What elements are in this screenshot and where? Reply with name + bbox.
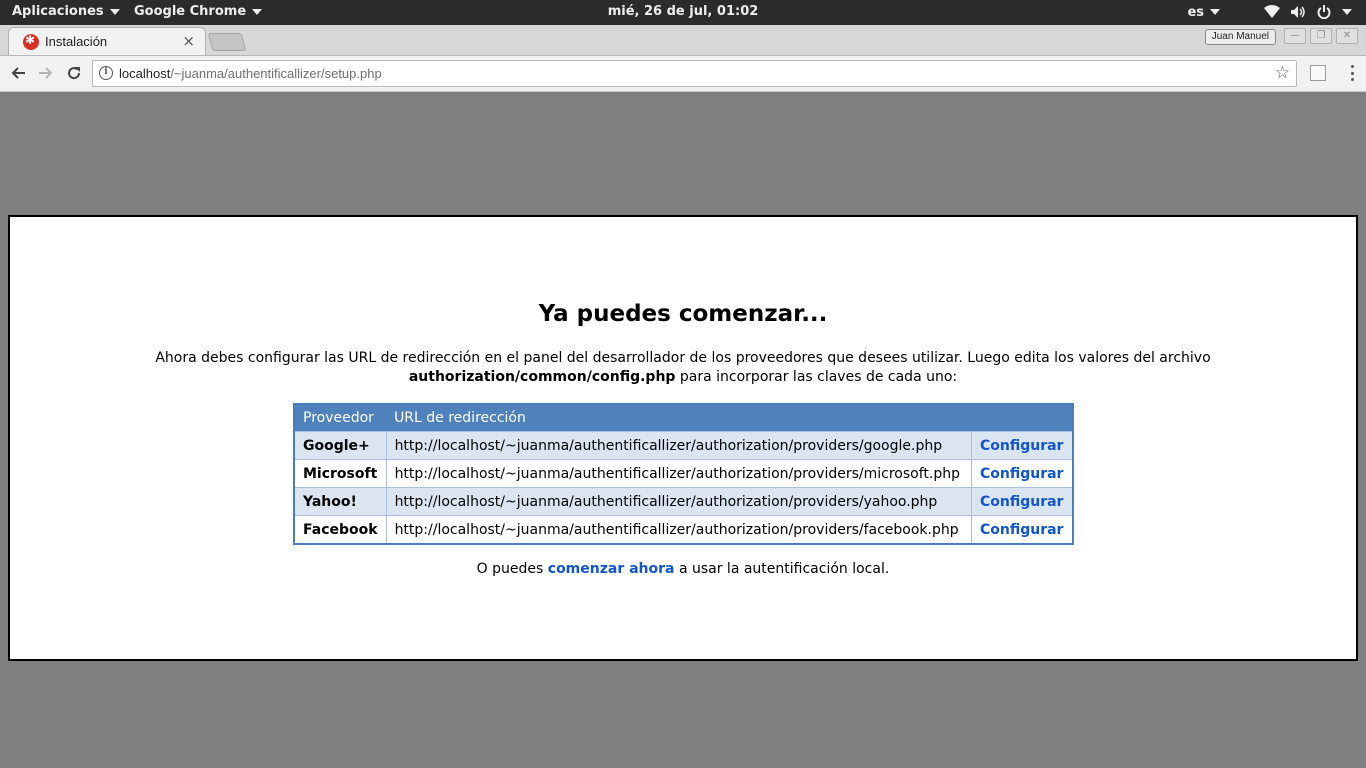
header-redirect-url: URL de redirección: [386, 404, 972, 432]
table-row: Microsoft http://localhost/~juanma/authe…: [293, 459, 1074, 488]
url-path: /~juanma/authentificallizer/setup.php: [170, 66, 382, 81]
caret-down-icon: [1210, 9, 1220, 15]
outro-post: a usar la autentificación local.: [674, 561, 890, 577]
extension-icon[interactable]: [1310, 65, 1326, 81]
outro-paragraph: O puedes comenzar ahora a usar la autent…: [10, 561, 1356, 577]
system-top-bar: Aplicaciones Google Chrome mié, 26 de ju…: [0, 0, 1366, 25]
provider-name: Facebook: [293, 515, 387, 545]
forward-button[interactable]: [35, 62, 57, 84]
provider-name: Google+: [293, 431, 387, 460]
system-tray: es: [1187, 4, 1352, 20]
config-file-name: authorization/common/config.php: [408, 369, 676, 385]
close-icon[interactable]: ×: [182, 32, 195, 50]
table-row: Yahoo! http://localhost/~juanma/authenti…: [293, 487, 1074, 516]
close-window-button[interactable]: ✕: [1336, 28, 1358, 44]
maximize-button[interactable]: ❐: [1310, 28, 1332, 44]
address-bar[interactable]: i localhost/~juanma/authentificallizer/s…: [92, 60, 1297, 87]
table-header-row: Proveedor URL de redirección: [294, 404, 1073, 432]
power-icon[interactable]: [1316, 4, 1332, 20]
caret-down-icon: [252, 8, 263, 15]
clock-label[interactable]: mié, 26 de jul, 01:02: [608, 4, 759, 19]
app-menu[interactable]: Google Chrome: [134, 4, 263, 19]
providers-table: Proveedor URL de redirección Google+ htt…: [293, 403, 1074, 545]
applications-menu-label: Aplicaciones: [12, 4, 104, 19]
back-icon: [11, 67, 25, 79]
back-button[interactable]: [7, 62, 29, 84]
caret-down-icon[interactable]: [1342, 9, 1352, 15]
browser-toolbar: i localhost/~juanma/authentificallizer/s…: [0, 56, 1366, 92]
wifi-icon[interactable]: [1264, 4, 1280, 20]
intro-text: Ahora debes configurar las URL de redire…: [155, 350, 1211, 366]
reload-button[interactable]: [63, 62, 85, 84]
volume-icon[interactable]: [1290, 4, 1306, 20]
provider-name: Microsoft: [293, 459, 387, 488]
favicon-icon: [23, 34, 39, 50]
setup-panel: Ya puedes comenzar... Ahora debes config…: [8, 215, 1358, 661]
redirect-url: http://localhost/~juanma/authentificalli…: [385, 431, 972, 460]
intro-tail: para incorporar las claves de cada uno:: [675, 369, 958, 385]
profile-button[interactable]: Juan Manuel: [1204, 29, 1276, 45]
header-provider: Proveedor: [294, 404, 387, 432]
configure-link-facebook[interactable]: Configurar: [980, 522, 1063, 538]
configure-link-yahoo[interactable]: Configurar: [980, 494, 1063, 510]
caret-down-icon: [109, 8, 120, 15]
star-icon[interactable]: ☆: [1275, 63, 1290, 83]
applications-menu[interactable]: Aplicaciones: [12, 4, 120, 19]
info-icon[interactable]: i: [99, 66, 113, 80]
forward-icon: [39, 67, 53, 79]
provider-name: Yahoo!: [293, 487, 387, 516]
table-row: Google+ http://localhost/~juanma/authent…: [293, 431, 1074, 460]
language-menu[interactable]: es: [1187, 5, 1220, 20]
new-tab-button[interactable]: [207, 33, 247, 51]
header-action: [971, 404, 1073, 432]
configure-link-microsoft[interactable]: Configurar: [980, 466, 1063, 482]
redirect-url: http://localhost/~juanma/authentificalli…: [385, 459, 972, 488]
redirect-url: http://localhost/~juanma/authentificalli…: [385, 515, 972, 545]
tab-title: Instalación: [45, 34, 108, 49]
intro-paragraph: Ahora debes configurar las URL de redire…: [10, 349, 1356, 387]
url-text[interactable]: localhost/~juanma/authentificallizer/set…: [119, 66, 382, 81]
redirect-url: http://localhost/~juanma/authentificalli…: [385, 487, 972, 516]
url-host: localhost: [119, 66, 171, 81]
table-row: Facebook http://localhost/~juanma/authen…: [293, 515, 1074, 545]
start-now-link[interactable]: comenzar ahora: [548, 561, 675, 577]
reload-icon: [68, 67, 81, 80]
page-title: Ya puedes comenzar...: [538, 301, 828, 327]
configure-link-google[interactable]: Configurar: [980, 438, 1063, 454]
tab-strip: Instalación × Juan Manuel — ❐ ✕: [0, 25, 1366, 56]
window-controls: — ❐ ✕: [1284, 28, 1358, 44]
minimize-button[interactable]: —: [1284, 28, 1306, 44]
app-menu-label: Google Chrome: [134, 4, 247, 19]
language-label: es: [1187, 4, 1204, 20]
tab-instalacion[interactable]: Instalación ×: [8, 27, 206, 55]
outro-pre: O puedes: [476, 561, 548, 577]
menu-icon[interactable]: [1350, 65, 1354, 81]
